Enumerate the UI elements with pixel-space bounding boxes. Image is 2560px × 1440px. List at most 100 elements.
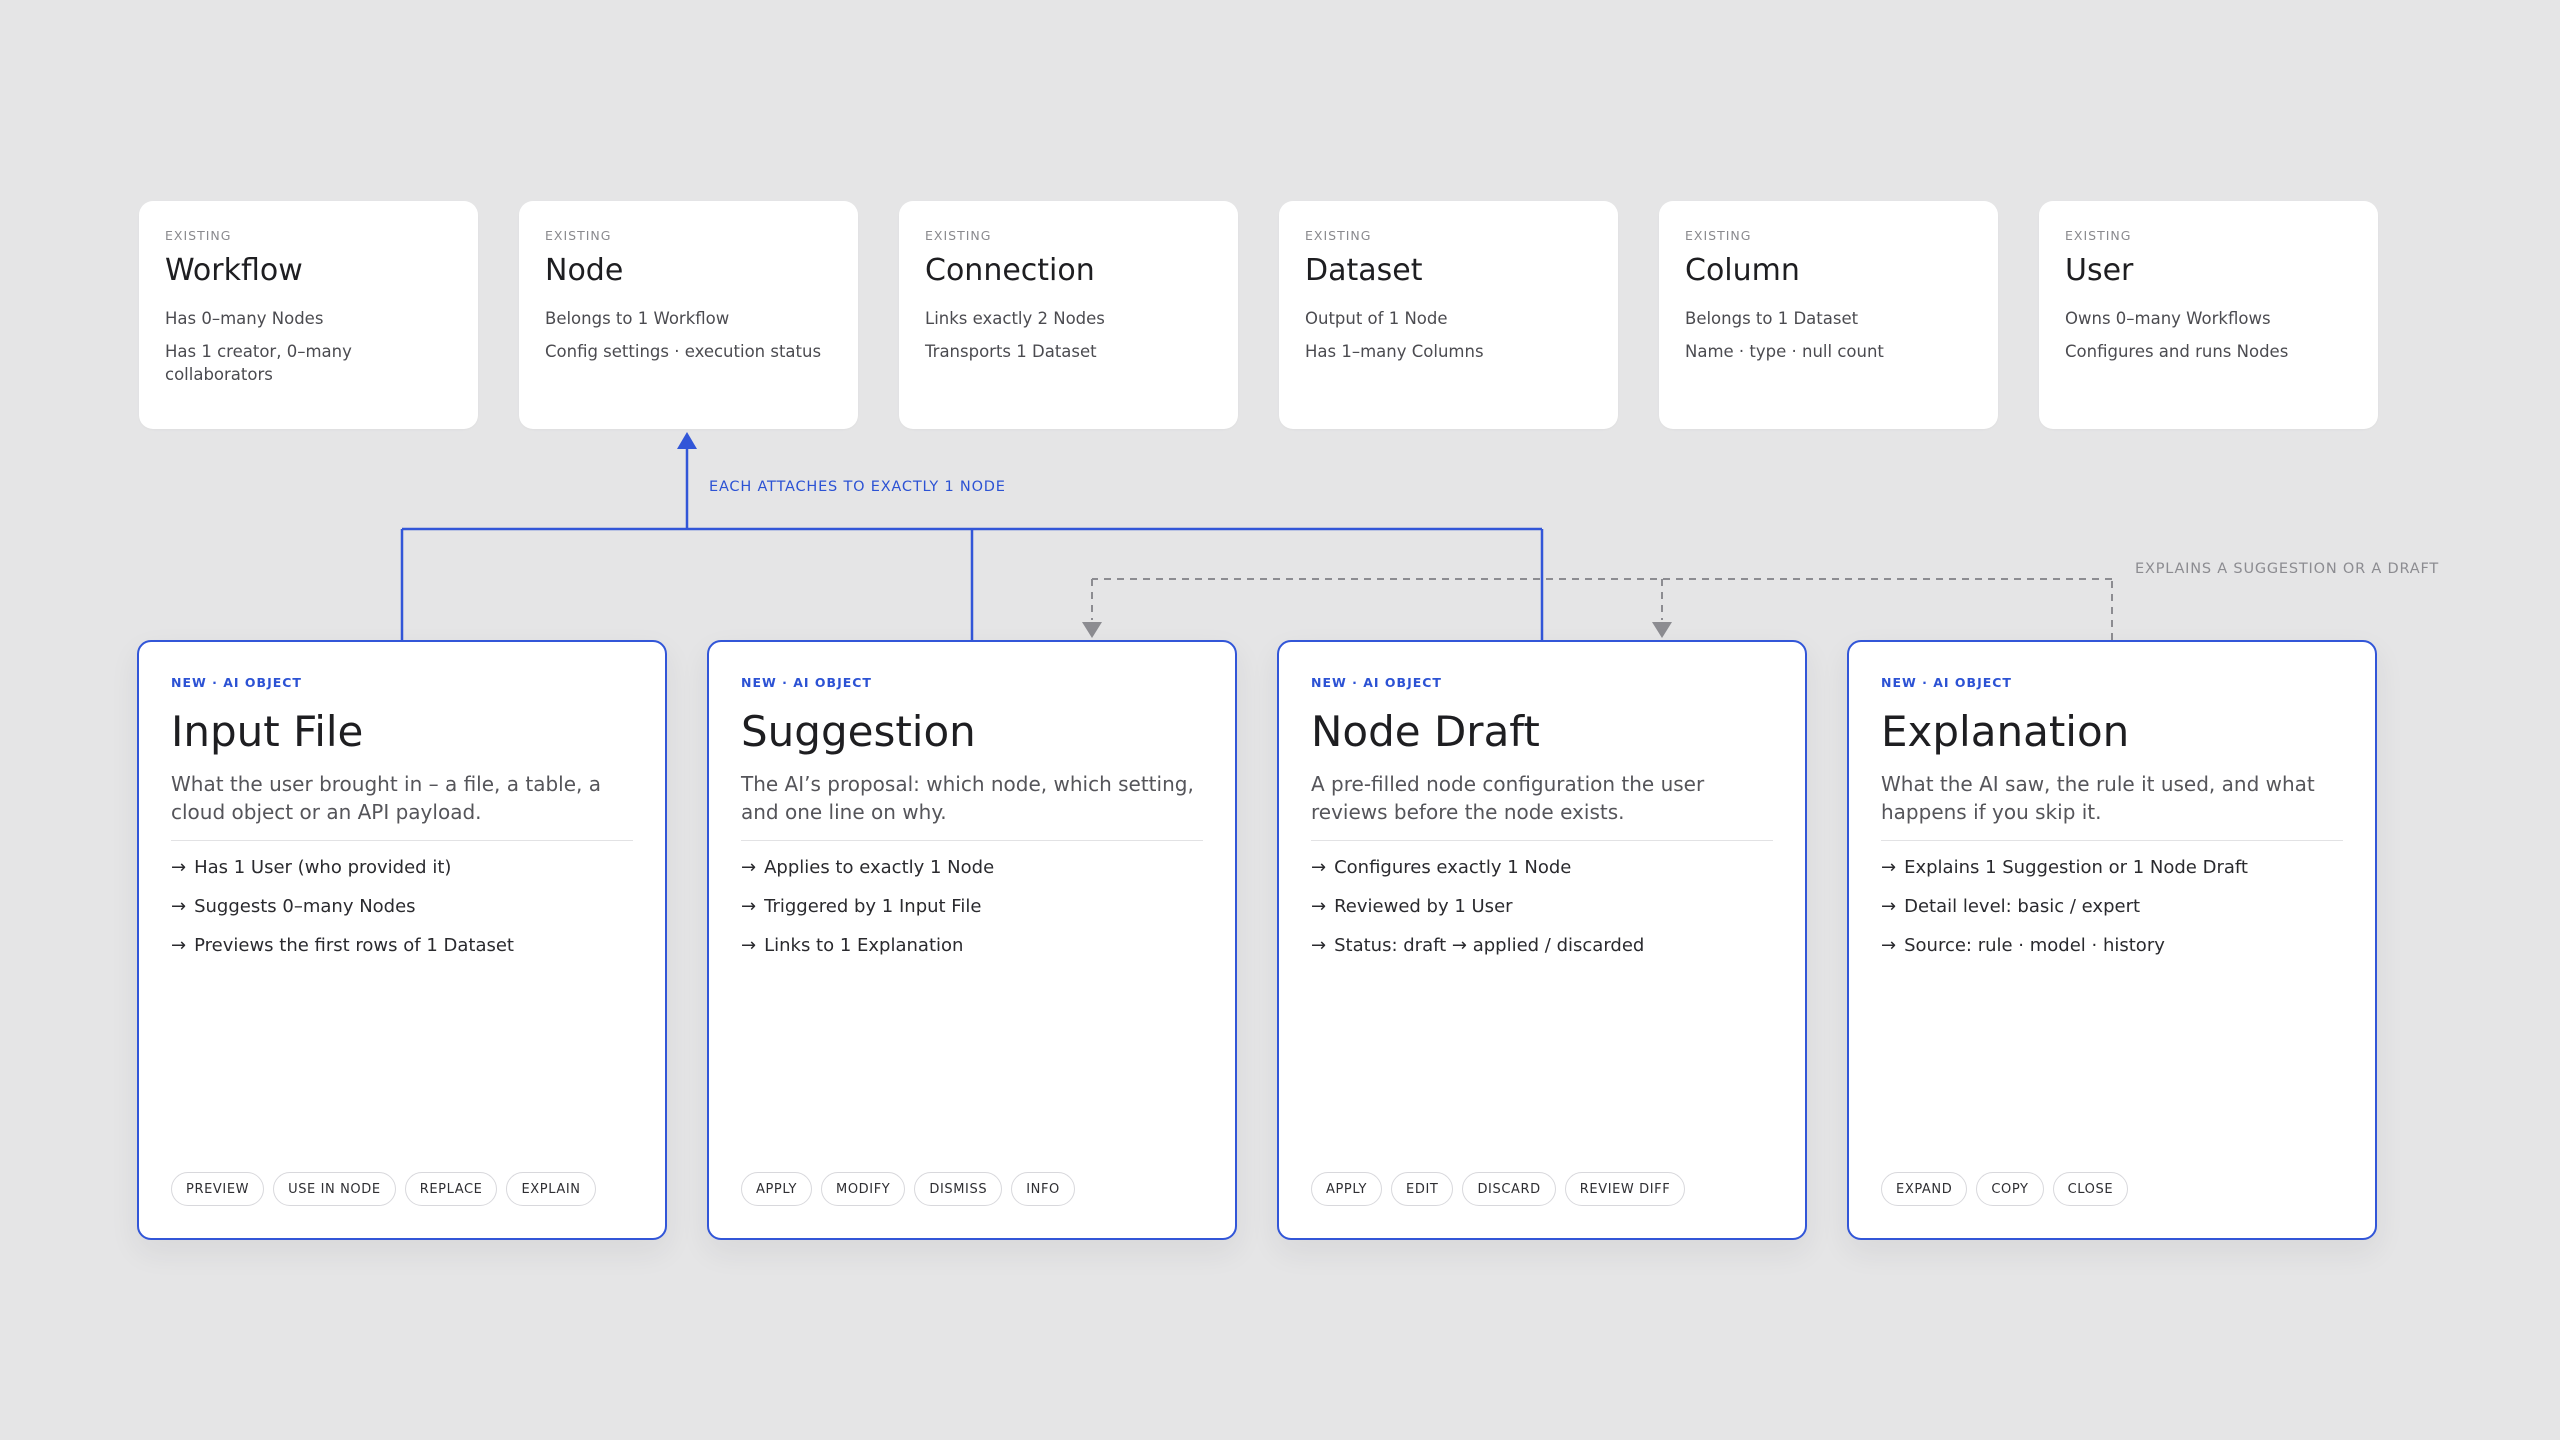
entity-relations: Belongs to 1 Workflow Config settings · … bbox=[545, 307, 832, 363]
ai-object-tag: NEW · AI OBJECT bbox=[1881, 675, 2012, 690]
entity-relation: Owns 0–many Workflows bbox=[2065, 309, 2271, 328]
entity-title: Workflow bbox=[165, 253, 303, 288]
arrow-right-icon: → bbox=[171, 896, 187, 917]
relation-item: → Detail level: basic / expert bbox=[1881, 894, 2343, 920]
ai-object-description: A pre-filled node configuration the user… bbox=[1311, 770, 1773, 841]
arrow-right-icon: → bbox=[171, 857, 187, 878]
explains-arrowhead-suggestion bbox=[1082, 622, 1102, 638]
review-diff-button[interactable]: REVIEW DIFF bbox=[1564, 1172, 1686, 1206]
entity-title: User bbox=[2065, 253, 2134, 288]
arrow-right-icon: → bbox=[1881, 857, 1897, 878]
edit-button[interactable]: EDIT bbox=[1391, 1172, 1454, 1206]
entity-card-connection[interactable]: EXISTING Connection Links exactly 2 Node… bbox=[899, 201, 1238, 429]
entity-relation: Configures and runs Nodes bbox=[2065, 342, 2289, 361]
entity-tag: EXISTING bbox=[1685, 228, 1752, 243]
ai-object-tag: NEW · AI OBJECT bbox=[1311, 675, 1442, 690]
relation-item: → Triggered by 1 Input File bbox=[741, 894, 1203, 920]
relation-text: Detail level: basic / expert bbox=[1904, 896, 2141, 917]
relation-text: Triggered by 1 Input File bbox=[764, 896, 982, 917]
explains-arrowhead-node-draft bbox=[1652, 622, 1672, 638]
relation-item: → Status: draft → applied / discarded bbox=[1311, 933, 1773, 959]
ai-object-relations: → Applies to exactly 1 Node → Triggered by… bbox=[741, 855, 1203, 959]
entity-tag: EXISTING bbox=[2065, 228, 2132, 243]
entity-title: Column bbox=[1685, 253, 1800, 288]
relation-item: → Suggests 0–many Nodes bbox=[171, 894, 633, 920]
attach-arrowhead bbox=[677, 432, 697, 449]
arrow-right-icon: → bbox=[171, 935, 187, 956]
relation-item: → Previews the first rows of 1 Dataset bbox=[171, 933, 633, 959]
action-bar: EXPAND COPY CLOSE bbox=[1881, 1172, 2129, 1206]
use-in-node-button[interactable]: USE IN NODE bbox=[273, 1172, 396, 1206]
entity-card-column[interactable]: EXISTING Column Belongs to 1 Dataset Nam… bbox=[1659, 201, 1998, 429]
action-bar: APPLY EDIT DISCARD REVIEW DIFF bbox=[1311, 1172, 1686, 1206]
entity-tag: EXISTING bbox=[165, 228, 232, 243]
arrow-right-icon: → bbox=[741, 857, 757, 878]
entity-relation: Belongs to 1 Dataset bbox=[1685, 309, 1859, 328]
copy-button[interactable]: COPY bbox=[1976, 1172, 2044, 1206]
entity-relation: Transports 1 Dataset bbox=[925, 342, 1097, 361]
relation-item: → Has 1 User (who provided it) bbox=[171, 855, 633, 881]
explain-button[interactable]: EXPLAIN bbox=[506, 1172, 596, 1206]
entity-relation: Belongs to 1 Workflow bbox=[545, 309, 730, 328]
dismiss-button[interactable]: DISMISS bbox=[914, 1172, 1003, 1206]
relation-text: Source: rule · model · history bbox=[1904, 935, 2165, 956]
ai-object-card-input-file[interactable]: NEW · AI OBJECT Input File What the user… bbox=[137, 640, 667, 1240]
relation-item: → Explains 1 Suggestion or 1 Node Draft bbox=[1881, 855, 2343, 881]
entity-relation: Has 1 creator, 0–many collaborators bbox=[165, 342, 352, 384]
entity-card-user[interactable]: EXISTING User Owns 0–many Workflows Conf… bbox=[2039, 201, 2378, 429]
ai-object-card-suggestion[interactable]: NEW · AI OBJECT Suggestion The AI’s prop… bbox=[707, 640, 1237, 1240]
relation-item: → Configures exactly 1 Node bbox=[1311, 855, 1773, 881]
expand-button[interactable]: EXPAND bbox=[1881, 1172, 1968, 1206]
discard-button[interactable]: DISCARD bbox=[1462, 1172, 1556, 1206]
entity-relations: Owns 0–many Workflows Configures and run… bbox=[2065, 307, 2352, 363]
ai-object-description: What the user brought in – a file, a tab… bbox=[171, 770, 633, 841]
explains-connector-label: EXPLAINS A SUGGESTION OR A DRAFT bbox=[2135, 561, 2440, 577]
entity-relation: Config settings · execution status bbox=[545, 342, 822, 361]
ai-object-card-explanation[interactable]: NEW · AI OBJECT Explanation What the AI … bbox=[1847, 640, 2377, 1240]
relation-text: Explains 1 Suggestion or 1 Node Draft bbox=[1904, 857, 2248, 878]
action-bar: APPLY MODIFY DISMISS INFO bbox=[741, 1172, 1075, 1206]
explains-connector bbox=[1091, 578, 2113, 640]
relation-item: → Links to 1 Explanation bbox=[741, 933, 1203, 959]
ai-object-title: Suggestion bbox=[741, 707, 976, 756]
modify-button[interactable]: MODIFY bbox=[821, 1172, 906, 1206]
attach-connector bbox=[400, 446, 1544, 640]
ai-object-description: What the AI saw, the rule it used, and w… bbox=[1881, 770, 2343, 841]
ai-object-title: Input File bbox=[171, 707, 364, 756]
info-button[interactable]: INFO bbox=[1011, 1172, 1075, 1206]
preview-button[interactable]: PREVIEW bbox=[171, 1172, 265, 1206]
ai-object-description: The AI’s proposal: which node, which set… bbox=[741, 770, 1203, 841]
entity-title: Node bbox=[545, 253, 624, 288]
entity-relation: Has 0–many Nodes bbox=[165, 309, 324, 328]
ai-object-card-node-draft[interactable]: NEW · AI OBJECT Node Draft A pre-filled … bbox=[1277, 640, 1807, 1240]
ai-object-relations: → Has 1 User (who provided it) → Suggests … bbox=[171, 855, 633, 959]
ai-object-relations: → Explains 1 Suggestion or 1 Node Draft →… bbox=[1881, 855, 2343, 959]
apply-button[interactable]: APPLY bbox=[1311, 1172, 1383, 1206]
ai-object-tag: NEW · AI OBJECT bbox=[741, 675, 872, 690]
ai-object-relations: → Configures exactly 1 Node → Reviewed by … bbox=[1311, 855, 1773, 959]
relation-text: Reviewed by 1 User bbox=[1334, 896, 1513, 917]
relation-text: Suggests 0–many Nodes bbox=[194, 896, 416, 917]
entity-card-workflow[interactable]: EXISTING Workflow Has 0–many Nodes Has 1… bbox=[139, 201, 478, 429]
entity-card-dataset[interactable]: EXISTING Dataset Output of 1 Node Has 1–… bbox=[1279, 201, 1618, 429]
entity-relation: Has 1–many Columns bbox=[1305, 342, 1484, 361]
apply-button[interactable]: APPLY bbox=[741, 1172, 813, 1206]
relation-text: Previews the first rows of 1 Dataset bbox=[194, 935, 514, 956]
entity-relation: Output of 1 Node bbox=[1305, 309, 1448, 328]
relation-text: Configures exactly 1 Node bbox=[1334, 857, 1572, 878]
entity-relations: Has 0–many Nodes Has 1 creator, 0–many c… bbox=[165, 307, 452, 386]
relation-text: Applies to exactly 1 Node bbox=[764, 857, 995, 878]
entity-title: Dataset bbox=[1305, 253, 1423, 288]
entity-card-node[interactable]: EXISTING Node Belongs to 1 Workflow Conf… bbox=[519, 201, 858, 429]
entity-relation: Links exactly 2 Nodes bbox=[925, 309, 1105, 328]
entity-tag: EXISTING bbox=[925, 228, 992, 243]
attach-connector-label: EACH ATTACHES TO EXACTLY 1 NODE bbox=[709, 479, 1006, 495]
replace-button[interactable]: REPLACE bbox=[404, 1172, 498, 1206]
ai-object-title: Node Draft bbox=[1311, 707, 1540, 756]
entity-title: Connection bbox=[925, 253, 1095, 288]
action-bar: PREVIEW USE IN NODE REPLACE EXPLAIN bbox=[171, 1172, 596, 1206]
relation-text: Status: draft → applied / discarded bbox=[1334, 935, 1645, 956]
arrow-right-icon: → bbox=[1881, 896, 1897, 917]
close-button[interactable]: CLOSE bbox=[2052, 1172, 2129, 1206]
arrow-right-icon: → bbox=[1311, 896, 1327, 917]
